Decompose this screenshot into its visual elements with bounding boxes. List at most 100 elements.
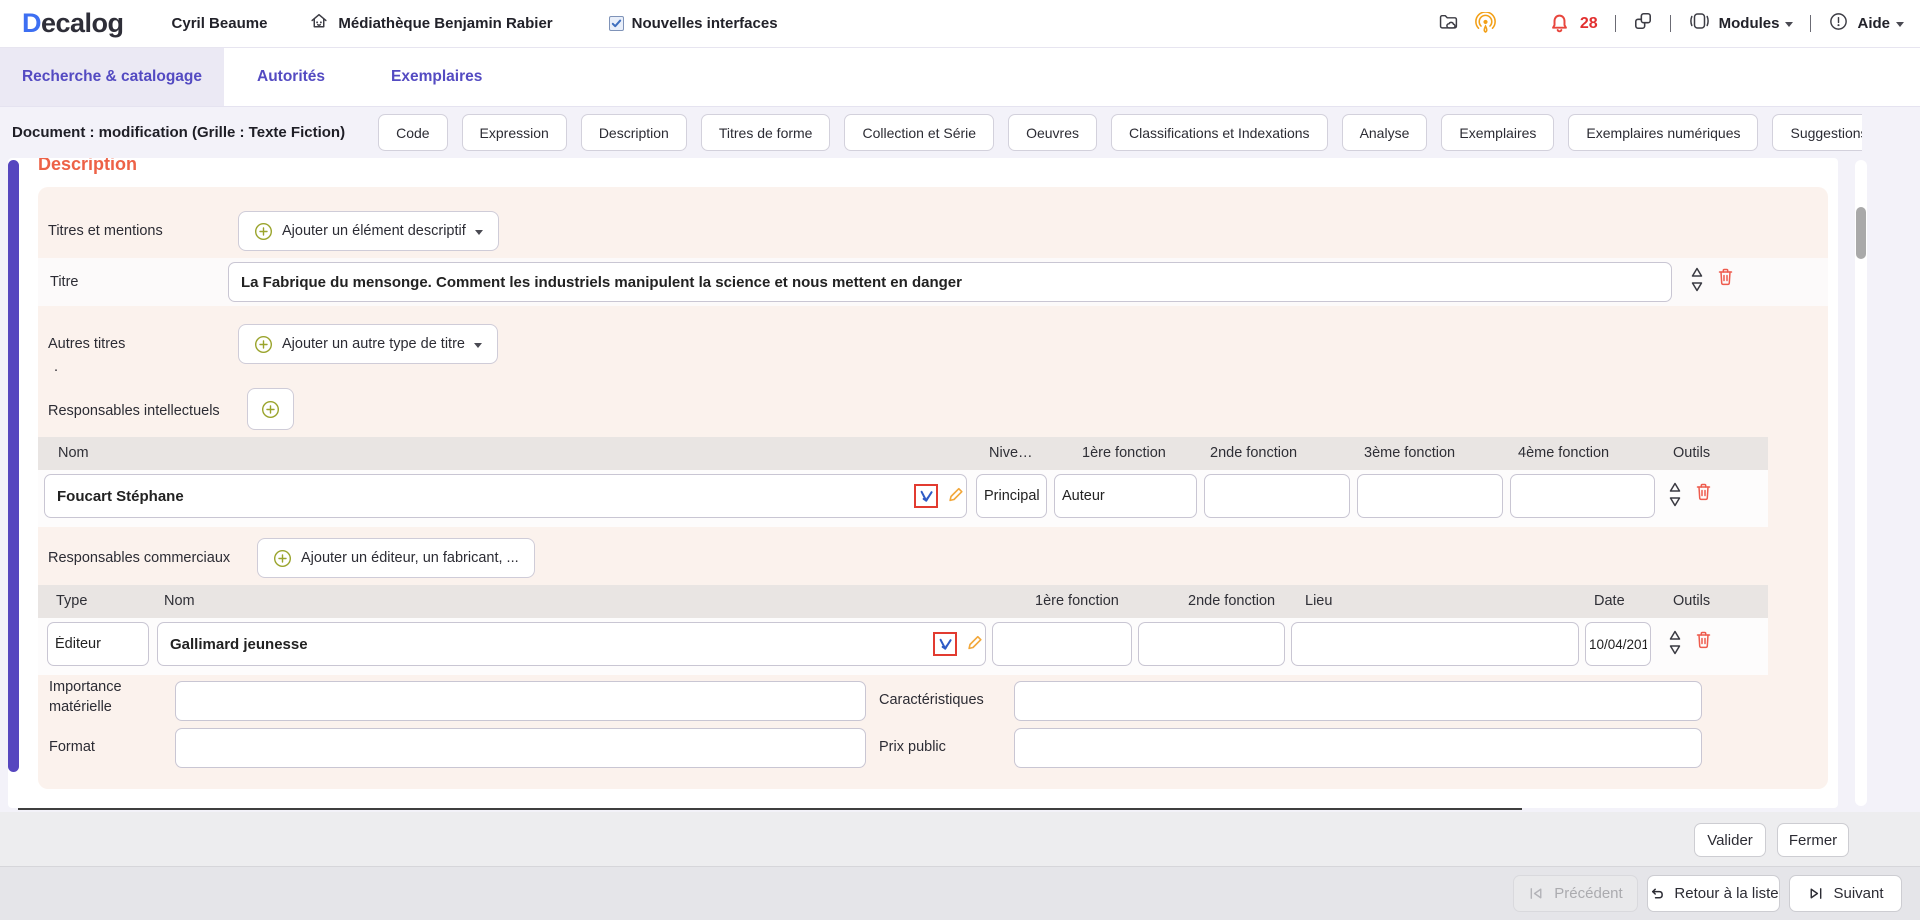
precedent-button[interactable]: Précédent — [1513, 875, 1638, 912]
move-up-icon[interactable] — [1668, 630, 1682, 641]
fonction2-input[interactable] — [1204, 474, 1350, 518]
resp-comm-name-input[interactable] — [157, 622, 986, 666]
navigation-footer: Précédent Retour à la liste Suivant — [0, 866, 1920, 920]
titre-tools — [1690, 267, 1734, 292]
comm-fonction2-input[interactable] — [1138, 622, 1285, 666]
importance-input[interactable] — [175, 681, 866, 721]
folder-cloud-icon[interactable] — [1438, 12, 1460, 36]
action-footer: Valider Fermer — [0, 812, 1920, 866]
notification-count[interactable]: 28 — [1580, 15, 1598, 33]
prix-input[interactable] — [1014, 728, 1702, 768]
lieu-input[interactable] — [1291, 622, 1579, 666]
authority-link-icon[interactable] — [914, 484, 938, 508]
edit-pencil-icon[interactable] — [948, 486, 964, 508]
fonction1-input[interactable] — [1054, 474, 1197, 518]
vertical-scrollbar-thumb[interactable] — [1856, 207, 1866, 259]
frame-bottom-edge — [18, 808, 1522, 810]
retour-liste-label: Retour à la liste — [1674, 885, 1778, 902]
toolbar-button-exemplaires-numeriques[interactable]: Exemplaires numériques — [1568, 114, 1758, 151]
fonction4-input[interactable] — [1510, 474, 1655, 518]
toolbar-button-analyse[interactable]: Analyse — [1342, 114, 1428, 151]
broadcast-icon[interactable] — [1474, 12, 1497, 35]
library-name: Médiathèque Benjamin Rabier — [338, 15, 552, 32]
column-header-fonction4: 4ème fonction — [1518, 437, 1609, 470]
new-interfaces-label: Nouvelles interfaces — [632, 15, 778, 32]
divider — [1810, 15, 1811, 32]
tab-exemplaires[interactable]: Exemplaires — [358, 48, 515, 106]
toolbar-button-description[interactable]: Description — [581, 114, 687, 151]
toolbar-button-oeuvres[interactable]: Oeuvres — [1008, 114, 1097, 151]
resp-intel-row-tools — [1668, 482, 1712, 507]
trash-icon[interactable] — [1695, 482, 1712, 502]
column-header-fonction1: 1ère fonction — [1082, 437, 1166, 470]
resp-comm-label: Responsables commerciaux — [48, 550, 230, 566]
caracteristiques-input[interactable] — [1014, 681, 1702, 721]
toolbar-button-expression[interactable]: Expression — [462, 114, 567, 151]
move-down-icon[interactable] — [1668, 496, 1682, 507]
library-group: Médiathèque Benjamin Rabier — [309, 11, 552, 36]
resp-comm-row-tools — [1668, 630, 1712, 655]
niveau-input[interactable] — [976, 474, 1047, 518]
resp-intel-name-input[interactable] — [44, 474, 967, 518]
grid-section-buttons: Code Expression Description Titres de fo… — [378, 114, 1862, 151]
add-other-title-button[interactable]: Ajouter un autre type de titre — [238, 324, 498, 364]
trash-icon[interactable] — [1717, 267, 1734, 287]
new-interfaces-toggle[interactable]: Nouvelles interfaces — [609, 15, 778, 32]
notification-bell-icon[interactable] — [1549, 13, 1570, 34]
type-input[interactable] — [47, 622, 149, 666]
divider — [1615, 15, 1616, 32]
toolbar-button-classifications[interactable]: Classifications et Indexations — [1111, 114, 1328, 151]
tab-recherche-catalogage[interactable]: Recherche & catalogage — [0, 48, 224, 106]
format-input[interactable] — [175, 728, 866, 768]
add-descriptive-element-button[interactable]: Ajouter un élément descriptif — [238, 211, 499, 251]
add-button-label: Ajouter un éditeur, un fabricant, ... — [301, 550, 519, 566]
caret-down-icon — [475, 230, 483, 235]
edit-pencil-icon[interactable] — [967, 634, 983, 656]
goto-arrow-icon — [938, 637, 953, 652]
authority-link-icon[interactable] — [933, 632, 957, 656]
suivant-button[interactable]: Suivant — [1789, 875, 1902, 912]
add-editor-button[interactable]: Ajouter un éditeur, un fabricant, ... — [257, 538, 535, 578]
comm-fonction1-input[interactable] — [992, 622, 1132, 666]
goto-arrow-icon — [919, 489, 934, 504]
caret-down-icon — [1785, 22, 1793, 27]
column-header-fonction3: 3ème fonction — [1364, 437, 1455, 470]
column-header-fonction1: 1ère fonction — [1035, 585, 1119, 618]
move-up-icon[interactable] — [1690, 267, 1704, 278]
add-button-label: Ajouter un élément descriptif — [282, 223, 466, 239]
fermer-button[interactable]: Fermer — [1777, 823, 1849, 857]
valider-button[interactable]: Valider — [1694, 823, 1766, 857]
fonction3-input[interactable] — [1357, 474, 1503, 518]
move-down-icon[interactable] — [1668, 644, 1682, 655]
external-link-icon[interactable] — [1633, 11, 1653, 36]
help-icon — [1828, 11, 1849, 37]
column-header-nom: Nom — [58, 437, 89, 470]
resp-comm-name-cell — [157, 622, 986, 666]
toolbar-button-exemplaires[interactable]: Exemplaires — [1441, 114, 1554, 151]
column-header-niveau: Nive… — [989, 437, 1033, 470]
modules-menu[interactable]: Modules — [1719, 15, 1794, 32]
column-header-outils: Outils — [1673, 437, 1710, 470]
toolbar-button-suggestions[interactable]: Suggestions — [1772, 114, 1862, 151]
move-up-icon[interactable] — [1668, 482, 1682, 493]
toolbar-button-titres-de-forme[interactable]: Titres de forme — [701, 114, 831, 151]
titre-input[interactable] — [228, 262, 1672, 302]
add-resp-intel-button[interactable] — [247, 388, 294, 430]
tab-label: Recherche & catalogage — [22, 68, 202, 86]
date-input[interactable] — [1585, 622, 1651, 666]
titre-label: Titre — [50, 274, 78, 290]
trash-icon[interactable] — [1695, 630, 1712, 650]
previous-icon — [1528, 885, 1545, 902]
plus-circle-icon — [254, 335, 273, 354]
retour-liste-button[interactable]: Retour à la liste — [1647, 875, 1780, 912]
document-toolbar: Document : modification (Grille : Texte … — [0, 107, 1862, 158]
move-controls — [1668, 630, 1682, 655]
move-down-icon[interactable] — [1690, 281, 1704, 292]
help-menu[interactable]: Aide — [1857, 15, 1904, 32]
modules-icon — [1688, 10, 1711, 37]
toolbar-button-code[interactable]: Code — [378, 114, 447, 151]
content-card: Description Titres et mentions Ajouter u… — [8, 158, 1838, 808]
tab-autorites[interactable]: Autorités — [224, 48, 358, 106]
new-interfaces-checkbox[interactable] — [609, 16, 624, 31]
toolbar-button-collection-serie[interactable]: Collection et Série — [844, 114, 994, 151]
